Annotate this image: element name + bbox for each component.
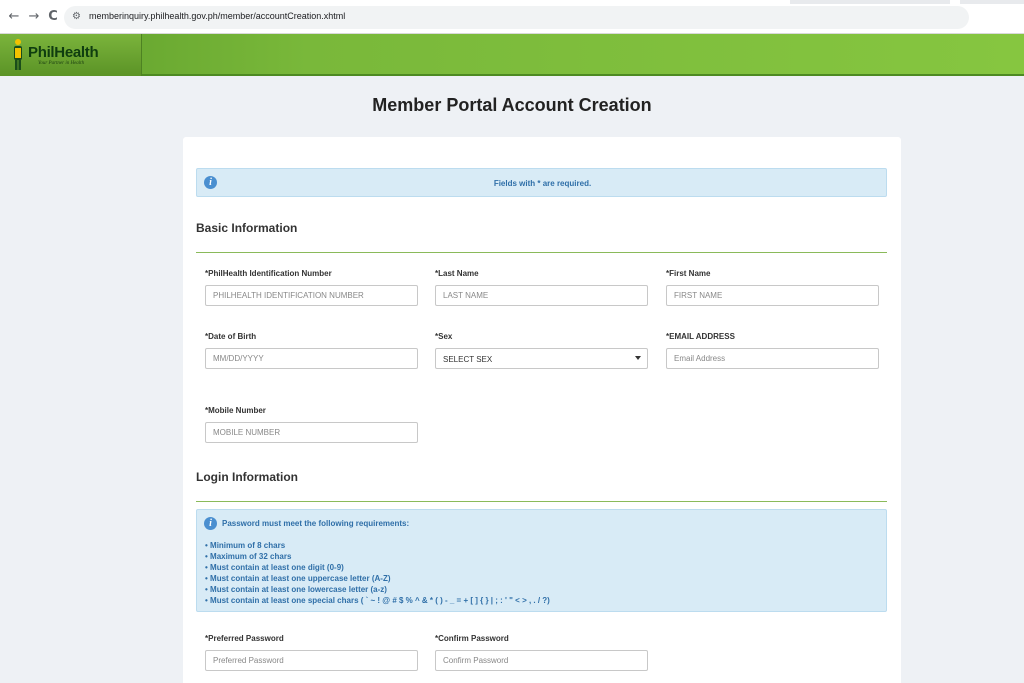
section-divider xyxy=(196,252,887,253)
basic-information-heading: Basic Information xyxy=(196,221,298,235)
last-name-input[interactable] xyxy=(435,285,648,306)
browser-tab-edge[interactable] xyxy=(960,0,1024,4)
first-name-label: *First Name xyxy=(666,269,711,278)
list-item: • Maximum of 32 chars xyxy=(205,552,292,561)
browser-toolbar: ← → C ⚙ memberinquiry.philhealth.gov.ph/… xyxy=(0,0,1024,34)
notice-text: Fields with * are required. xyxy=(493,179,592,188)
logo-tagline: Your Partner in Health xyxy=(38,61,85,66)
info-icon: i xyxy=(204,517,217,530)
date-of-birth-label: *Date of Birth xyxy=(205,332,257,341)
reload-icon[interactable]: C xyxy=(45,9,61,25)
mobile-number-label: *Mobile Number xyxy=(205,406,266,415)
email-input[interactable] xyxy=(666,348,879,369)
url-text[interactable]: memberinquiry.philhealth.gov.ph/member/a… xyxy=(89,11,345,21)
first-name-input[interactable] xyxy=(666,285,879,306)
sex-select[interactable]: SELECT SEX xyxy=(435,348,648,369)
list-item: • Minimum of 8 chars xyxy=(205,541,286,550)
sex-label: *Sex xyxy=(435,332,453,341)
account-creation-card: i Fields with * are required. Basic Info… xyxy=(183,137,901,683)
required-fields-notice: i Fields with * are required. xyxy=(196,168,887,197)
list-item: • Must contain at least one uppercase le… xyxy=(205,574,391,583)
forward-icon[interactable]: → xyxy=(26,9,42,25)
philhealth-logo[interactable]: PhilHealth Your Partner in Health xyxy=(0,34,142,76)
preferred-password-input[interactable] xyxy=(205,650,418,671)
pin-label: *PhilHealth Identification Number xyxy=(205,269,332,278)
email-label: *EMAIL ADDRESS xyxy=(666,332,735,341)
password-requirements-notice: i Password must meet the following requi… xyxy=(196,509,887,612)
pin-input[interactable] xyxy=(205,285,418,306)
browser-tab-edge[interactable] xyxy=(790,0,950,4)
section-divider xyxy=(196,501,887,502)
chevron-down-icon[interactable] xyxy=(635,356,641,360)
confirm-password-input[interactable] xyxy=(435,650,648,671)
list-item: • Must contain at least one special char… xyxy=(205,596,550,605)
page-title: Member Portal Account Creation xyxy=(372,95,652,115)
address-bar[interactable]: ⚙ memberinquiry.philhealth.gov.ph/member… xyxy=(64,6,969,29)
confirm-password-label: *Confirm Password xyxy=(435,634,509,643)
list-item: • Must contain at least one digit (0-9) xyxy=(205,563,344,572)
logo-text: PhilHealth xyxy=(28,44,99,61)
site-header: PhilHealth Your Partner in Health xyxy=(0,34,1024,76)
password-requirements-list: • Minimum of 8 chars • Maximum of 32 cha… xyxy=(205,540,550,606)
preferred-password-label: *Preferred Password xyxy=(205,634,284,643)
site-info-icon[interactable]: ⚙ xyxy=(72,10,84,24)
last-name-label: *Last Name xyxy=(435,269,479,278)
mobile-number-input[interactable] xyxy=(205,422,418,443)
list-item: • Must contain at least one lowercase le… xyxy=(205,585,387,594)
password-requirements-title: Password must meet the following require… xyxy=(222,519,410,528)
sex-select-value: SELECT SEX xyxy=(443,355,493,364)
back-icon[interactable]: ← xyxy=(6,9,22,25)
login-information-heading: Login Information xyxy=(196,470,298,484)
date-of-birth-input[interactable] xyxy=(205,348,418,369)
logo-figure-icon xyxy=(14,39,22,70)
